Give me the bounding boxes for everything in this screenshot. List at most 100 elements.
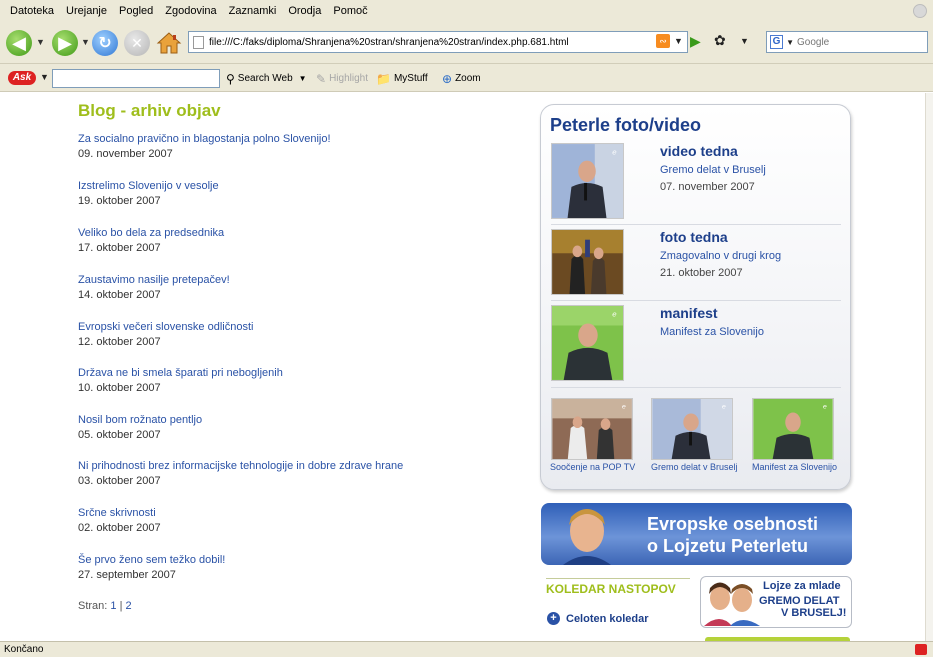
mlade-line-1: Lojze za mlade <box>763 580 841 592</box>
post-date: 27. september 2007 <box>78 569 176 581</box>
banner-line-2: o Lojzetu Peterletu <box>647 536 809 556</box>
back-button[interactable]: ◀ <box>6 30 32 56</box>
foto-tedna-subtitle[interactable]: Zmagovalno v drugi krog <box>660 250 781 262</box>
go-button[interactable]: ▶ <box>690 33 701 50</box>
post-link[interactable]: Srčne skrivnosti <box>78 507 161 519</box>
list-item: Zaustavimo nasilje pretepačev! 14. oktob… <box>78 274 230 301</box>
address-history-chevron-icon[interactable]: ▼ <box>674 36 683 46</box>
mlade-line-2: GREMO DELAT <box>759 595 840 607</box>
portrait-image <box>563 509 611 565</box>
page-icon <box>193 35 204 49</box>
soocenje-thumbnail[interactable]: e <box>551 398 633 460</box>
search-engine-chevron-icon[interactable]: ▼ <box>786 38 794 47</box>
magnifier-icon: ⚲ <box>226 71 235 86</box>
page-link-1[interactable]: 1 <box>110 600 116 612</box>
address-bar[interactable]: file:///C:/faks/diploma/Shranjena%20stra… <box>188 31 688 53</box>
ask-chevron-icon[interactable]: ▼ <box>40 72 49 82</box>
rss-feed-icon[interactable]: ∾ <box>656 34 670 48</box>
home-button[interactable] <box>156 30 182 56</box>
list-item: Še prvo ženo sem težko dobil! 27. septem… <box>78 554 225 581</box>
manifest-small-caption[interactable]: Manifest za Slovenijo <box>752 462 842 472</box>
post-link[interactable]: Veliko bo dela za predsednika <box>78 227 224 239</box>
ask-toolbar: Ask ▼ ⚲ Search Web ▼ ✎ Highlight 📁 MyStu… <box>0 64 933 92</box>
video-thumbnail[interactable]: e <box>551 143 624 219</box>
foto-tedna-date: 21. oktober 2007 <box>660 267 743 279</box>
stop-button[interactable]: ✕ <box>124 30 150 56</box>
menu-zaznamki[interactable]: Zaznamki <box>223 5 283 17</box>
manifest-link[interactable]: manifest <box>660 305 718 321</box>
list-item: Za socialno pravično in blagostanja poln… <box>78 133 331 160</box>
reload-button[interactable]: ↻ <box>92 30 118 56</box>
photo-video-panel: Peterle foto/video e video tedna Gremo d… <box>540 104 851 490</box>
forward-history-chevron-icon[interactable]: ▼ <box>81 37 90 47</box>
menu-bar: Datoteka Urejanje Pogled Zgodovina Zazna… <box>0 0 933 22</box>
celoten-koledar-label: Celoten koledar <box>566 612 649 625</box>
divider <box>551 300 841 301</box>
post-link[interactable]: Za socialno pravično in blagostanja poln… <box>78 133 331 145</box>
svg-text:e: e <box>612 310 617 319</box>
menu-orodja[interactable]: Orodja <box>282 5 327 17</box>
list-item: Država ne bi smela šparati pri nebogljen… <box>78 367 283 394</box>
search-web-label: Search Web <box>237 73 293 84</box>
post-date: 14. oktober 2007 <box>78 289 161 301</box>
scrollbar[interactable] <box>925 93 933 641</box>
video-tedna-date: 07. november 2007 <box>660 181 755 193</box>
back-history-chevron-icon[interactable]: ▼ <box>36 37 45 47</box>
soocenje-caption[interactable]: Soočenje na POP TV <box>550 462 640 472</box>
status-text: Končano <box>4 644 44 655</box>
ask-search-input[interactable] <box>52 69 220 88</box>
post-link[interactable]: Ni prihodnosti brez informacijske tehnol… <box>78 460 403 472</box>
ask-logo[interactable]: Ask <box>8 71 36 85</box>
manifest-thumbnail[interactable]: e <box>551 305 624 381</box>
svg-text:e: e <box>622 404 626 411</box>
video-tedna-subtitle[interactable]: Gremo delat v Bruselj <box>660 164 766 176</box>
address-url[interactable]: file:///C:/faks/diploma/Shranjena%20stra… <box>209 37 569 48</box>
google-icon[interactable]: G <box>770 35 784 49</box>
divider <box>551 224 841 225</box>
home-icon <box>156 32 182 54</box>
page-link-2[interactable]: 2 <box>126 600 132 612</box>
list-item: Izstrelimo Slovenijo v vesolje 19. oktob… <box>78 180 219 207</box>
pagination-separator: | <box>119 600 123 612</box>
lojze-za-mlade-banner[interactable]: Lojze za mlade GREMO DELAT V BRUSELJ! <box>700 576 852 628</box>
post-link[interactable]: Izstrelimo Slovenijo v vesolje <box>78 180 219 192</box>
search-web-button[interactable]: ⚲ Search Web ▼ <box>226 69 307 88</box>
zoom-button[interactable]: ⊕ Zoom <box>442 69 481 88</box>
menu-pogled[interactable]: Pogled <box>113 5 159 17</box>
post-link[interactable]: Še prvo ženo sem težko dobil! <box>78 554 225 566</box>
divider <box>546 578 690 579</box>
extension-chevron-icon[interactable]: ▼ <box>740 36 749 46</box>
foto-tedna-link[interactable]: foto tedna <box>660 229 728 245</box>
post-link[interactable]: Nosil bom rožnato pentljo <box>78 414 202 426</box>
search-web-chevron-icon[interactable]: ▼ <box>299 74 307 83</box>
svg-text:e: e <box>823 404 827 411</box>
gremo-delat-caption[interactable]: Gremo delat v Bruselj <box>651 462 741 472</box>
mystuff-button[interactable]: 📁 MyStuff <box>376 69 428 88</box>
post-link[interactable]: Država ne bi smela šparati pri nebogljen… <box>78 367 283 379</box>
forward-button[interactable]: ▶ <box>52 30 78 56</box>
highlight-button[interactable]: ✎ Highlight <box>316 69 368 88</box>
post-date: 10. oktober 2007 <box>78 382 161 394</box>
warning-icon[interactable] <box>915 644 927 655</box>
highlight-label: Highlight <box>329 73 368 84</box>
menu-urejanje[interactable]: Urejanje <box>60 5 113 17</box>
video-tedna-link[interactable]: video tedna <box>660 143 738 159</box>
pagination-label: Stran: <box>78 600 108 612</box>
post-date: 03. oktober 2007 <box>78 475 161 487</box>
post-date: 19. oktober 2007 <box>78 195 161 207</box>
post-link[interactable]: Evropski večeri slovenske odličnosti <box>78 321 253 333</box>
search-input[interactable] <box>797 36 927 48</box>
post-date: 02. oktober 2007 <box>78 522 161 534</box>
menu-datoteka[interactable]: Datoteka <box>4 5 60 17</box>
menu-pomoc[interactable]: Pomoč <box>327 5 373 17</box>
menu-zgodovina[interactable]: Zgodovina <box>159 5 222 17</box>
evropske-osebnosti-banner[interactable]: Evropske osebnosti o Lojzetu Peterletu <box>541 503 852 565</box>
manifest-small-thumbnail[interactable]: e <box>752 398 834 460</box>
manifest-subtitle[interactable]: Manifest za Slovenijo <box>660 326 764 338</box>
gremo-delat-thumbnail[interactable]: e <box>651 398 733 460</box>
photo-thumbnail[interactable] <box>551 229 624 295</box>
search-box[interactable]: G ▼ <box>766 31 928 53</box>
extension-icon[interactable]: ✿ <box>714 32 726 49</box>
celoten-koledar-link[interactable]: + Celoten koledar <box>547 612 649 625</box>
post-link[interactable]: Zaustavimo nasilje pretepačev! <box>78 274 230 286</box>
